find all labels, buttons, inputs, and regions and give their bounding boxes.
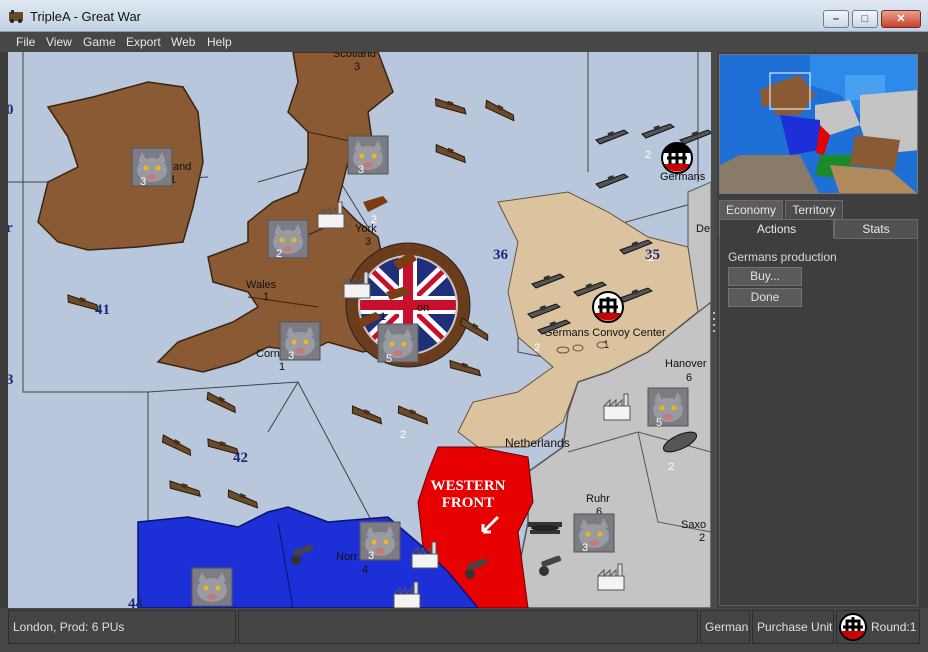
value-saxony: 2 [699, 532, 705, 544]
status-round: Round:1 [871, 620, 917, 634]
count-sz35-ships: 2 [648, 252, 654, 264]
value-wales: 1 [263, 291, 269, 303]
count-german-fleet: 2 [645, 149, 651, 161]
unit-infantry-france[interactable] [191, 567, 233, 607]
sea-zone-edge-top: 0 [8, 102, 14, 118]
count-normandy-inf: 3 [368, 550, 374, 562]
status-player: Germans [700, 610, 750, 644]
label-hanover: Hanover [665, 358, 707, 370]
title-bar: TripleA - Great War – □ ✕ [0, 0, 928, 32]
german-roundel-icon [592, 291, 624, 323]
action-tabs: Actions Stats [719, 219, 918, 239]
count-convoy-ships: 2 [534, 342, 540, 354]
count-ruhr-inf: 3 [582, 542, 588, 554]
side-panel: Economy Territory Actions Stats Germans … [717, 52, 922, 608]
menu-view[interactable]: View [46, 34, 72, 50]
unit-infantry-wales[interactable] [267, 219, 309, 259]
label-wales: Wales [246, 279, 277, 291]
label-saxony: Saxo [681, 519, 706, 531]
production-label: Germans production [728, 250, 837, 264]
minimize-button[interactable]: – [823, 10, 849, 28]
unit-infantry-ruhr[interactable] [573, 513, 615, 553]
unit-infantry-ireland[interactable] [131, 147, 173, 187]
triplea-app-icon [9, 10, 23, 23]
close-button[interactable]: ✕ [881, 10, 921, 28]
count-cornwall-inf: 3 [288, 350, 294, 362]
svg-text:2: 2 [668, 461, 674, 473]
label-cornwall: Corn [256, 348, 280, 360]
label-convoy-center: Germans Convoy Center [544, 327, 666, 339]
value-york: 3 [365, 236, 371, 248]
menu-web[interactable]: Web [171, 34, 195, 50]
german-flag-icon [839, 613, 867, 641]
count-sz42-ships: 2 [400, 429, 406, 441]
value-hanover: 6 [686, 372, 692, 384]
count-york-art: 2 [371, 214, 377, 226]
unit-infantry-cornwall[interactable] [279, 321, 321, 361]
done-button[interactable]: Done [728, 288, 802, 307]
tab-stats[interactable]: Stats [834, 219, 918, 239]
sea-zone-edge-low: 3 [8, 372, 14, 388]
window-title: TripleA - Great War [30, 9, 142, 24]
label-western-front-1: WESTERN [430, 478, 505, 494]
buy-button[interactable]: Buy... [728, 267, 802, 286]
minimize-icon: – [832, 13, 840, 25]
game-map[interactable]: 36 35 41 42 44 0 r 3 Scotland 3 and 1 Yo… [8, 52, 711, 608]
count-london-inf: 5 [386, 353, 392, 365]
status-step: Purchase Units [752, 610, 834, 644]
count-hanover-inf: 5 [656, 417, 662, 429]
status-bar: London, Prod: 6 PUs Germans Purchase Uni… [0, 608, 928, 652]
value-scotland: 3 [354, 61, 360, 73]
close-icon: ✕ [896, 13, 906, 25]
label-london: on [417, 302, 429, 314]
tab-economy[interactable]: Economy [719, 200, 783, 219]
label-ruhr: Ruhr [586, 493, 610, 505]
menu-file[interactable]: File [16, 34, 35, 50]
menu-help[interactable]: Help [207, 34, 232, 50]
unit-infantry-york[interactable] [347, 135, 389, 175]
menu-export[interactable]: Export [126, 34, 161, 50]
sea-zone-44: 44 [128, 596, 144, 608]
fighter-plane[interactable] [528, 522, 562, 534]
actions-panel: Germans production Buy... Done [719, 238, 918, 606]
count-york-inf: 3 [358, 164, 364, 176]
value-london: 1 [380, 311, 386, 323]
label-denmark: De [696, 223, 710, 235]
minimap[interactable] [719, 54, 918, 194]
maximize-icon: □ [861, 13, 869, 25]
status-round-cell: Round:1 [836, 610, 920, 644]
unit-infantry-hanover[interactable] [647, 387, 689, 427]
label-netherlands: Netherlands [505, 436, 570, 450]
value-normandy: 4 [362, 564, 368, 576]
map-canvas[interactable]: 36 35 41 42 44 0 r 3 Scotland 3 and 1 Yo… [8, 52, 711, 608]
sea-zone-36: 36 [493, 247, 509, 263]
menu-bar: File View Game Export Web Help [0, 32, 928, 52]
unit-infantry-london[interactable] [377, 323, 419, 363]
label-normandy: Norr [336, 551, 358, 563]
unit-infantry-normandy[interactable] [359, 521, 401, 561]
tab-actions[interactable]: Actions [719, 219, 834, 239]
count-ireland-inf: 3 [140, 176, 146, 188]
label-ireland: and [173, 161, 191, 173]
status-message [238, 610, 698, 644]
value-cornwall: 1 [279, 361, 285, 373]
maximize-button[interactable]: □ [852, 10, 878, 28]
sea-zone-edge-mid: r [8, 220, 13, 236]
menu-game[interactable]: Game [83, 34, 116, 50]
count-wales-inf: 2 [276, 248, 282, 260]
german-roundel-icon [661, 142, 693, 174]
tab-territory[interactable]: Territory [785, 200, 843, 219]
label-scotland: Scotland [333, 52, 376, 60]
status-location: London, Prod: 6 PUs [8, 610, 236, 644]
label-western-front-2: FRONT [442, 495, 495, 511]
